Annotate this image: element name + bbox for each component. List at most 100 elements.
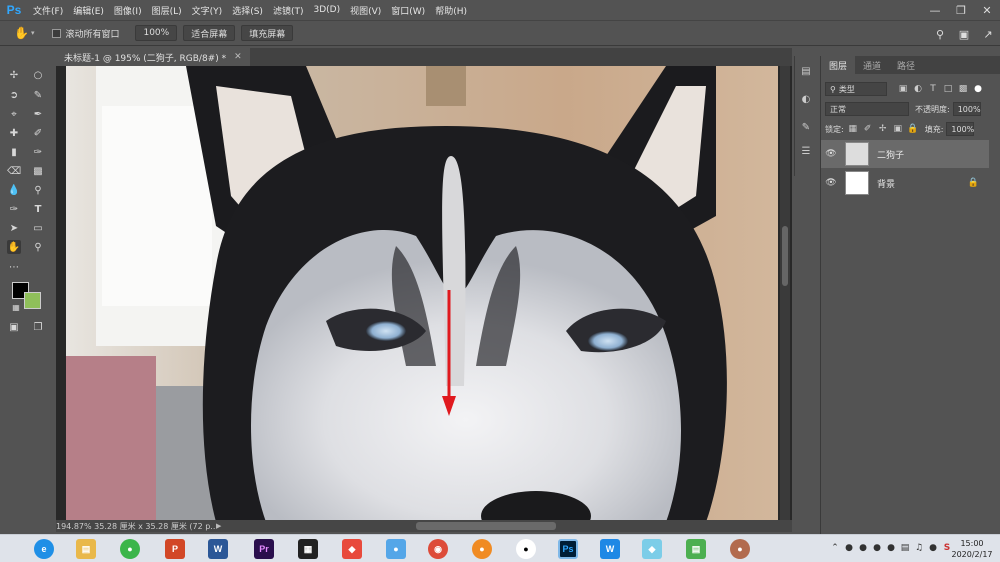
libraries-panel-icon[interactable]: ☰ xyxy=(799,144,813,158)
vertical-scroll-thumb[interactable] xyxy=(782,226,788,286)
kind-filter-select[interactable]: ⚲ 类型 xyxy=(825,82,887,96)
status-zoom-size[interactable]: 194.87% 35.28 厘米 x 35.28 厘米 (72 p... xyxy=(56,521,216,532)
history-panel-icon[interactable]: ▤ xyxy=(799,64,813,78)
premiere-icon[interactable]: Pr xyxy=(254,539,274,559)
tab-channels[interactable]: 通道 xyxy=(855,56,889,74)
document-tab[interactable]: 未标题-1 @ 195% (二狗子, RGB/8#) * ✕ xyxy=(56,48,250,66)
lock-image-icon[interactable]: ✐ xyxy=(862,123,874,135)
menu-filter[interactable]: 滤镜(T) xyxy=(268,4,309,17)
tray-app-icon[interactable]: ● xyxy=(870,543,884,553)
close-icon[interactable]: ✕ xyxy=(974,0,1000,20)
move-tool-icon[interactable]: ✢ xyxy=(7,68,21,82)
properties-panel-icon[interactable]: ✎ xyxy=(799,120,813,134)
volume-icon[interactable]: ♫ xyxy=(912,543,926,553)
scroll-all-windows-checkbox[interactable] xyxy=(52,28,62,38)
menu-edit[interactable]: 编辑(E) xyxy=(68,4,109,17)
smart-object-filter-icon[interactable]: ▩ xyxy=(957,83,969,95)
app-icon-brown[interactable]: ● xyxy=(730,539,750,559)
zoom-tool-icon[interactable]: ⚲ xyxy=(31,240,45,254)
lock-all-icon[interactable]: 🔒 xyxy=(907,123,919,135)
fill-input[interactable]: 100% xyxy=(946,122,975,136)
tray-app-icon[interactable]: ● xyxy=(856,543,870,553)
dodge-tool-icon[interactable]: ⚲ xyxy=(31,183,45,197)
tab-layers[interactable]: 图层 xyxy=(821,56,856,74)
fill-screen-button[interactable]: 填充屏幕 xyxy=(241,25,294,41)
menu-view[interactable]: 视图(V) xyxy=(345,4,386,17)
pen-tool-icon[interactable]: ✑ xyxy=(7,202,21,216)
hand-tool-icon[interactable]: ✋ xyxy=(14,26,29,40)
clone-stamp-tool-icon[interactable]: ▮ xyxy=(7,145,21,159)
chrome-icon[interactable]: ◉ xyxy=(428,539,448,559)
menu-layer[interactable]: 图层(L) xyxy=(147,4,187,17)
wechat-icon[interactable]: ● xyxy=(120,539,140,559)
restore-icon[interactable]: ❐ xyxy=(948,0,974,20)
tray-app-icon[interactable]: ● xyxy=(926,543,940,553)
tray-chevron-icon[interactable]: ⌃ xyxy=(828,543,842,553)
history-brush-tool-icon[interactable]: ✑ xyxy=(31,145,45,159)
qq-icon[interactable]: ● xyxy=(516,539,536,559)
menu-image[interactable]: 图像(I) xyxy=(109,4,147,17)
lasso-tool-icon[interactable]: ➲ xyxy=(7,88,21,102)
horizontal-scroll-thumb[interactable] xyxy=(416,522,556,530)
lock-artboard-icon[interactable]: ▣ xyxy=(892,123,904,135)
wps-icon[interactable]: W xyxy=(600,539,620,559)
menu-type[interactable]: 文字(Y) xyxy=(187,4,228,17)
word-icon[interactable]: W xyxy=(208,539,228,559)
more-tools-icon[interactable]: ⋯ xyxy=(7,260,21,274)
tab-paths[interactable]: 路径 xyxy=(889,56,923,74)
menu-file[interactable]: 文件(F) xyxy=(28,4,68,17)
screen-mode-icon[interactable]: ❐ xyxy=(31,320,45,334)
type-filter-icon[interactable]: T xyxy=(927,83,939,95)
marquee-tool-icon[interactable]: ○ xyxy=(31,68,45,82)
eyedropper-tool-icon[interactable]: ✒ xyxy=(31,107,45,121)
crop-tool-icon[interactable]: ⌖ xyxy=(7,107,21,121)
type-tool-icon[interactable]: T xyxy=(31,202,45,216)
lock-transparent-icon[interactable]: ▦ xyxy=(847,123,859,135)
rectangle-tool-icon[interactable]: ▭ xyxy=(31,221,45,235)
filter-toggle-icon[interactable]: ● xyxy=(972,83,984,95)
adjustments-panel-icon[interactable]: ◐ xyxy=(799,92,813,106)
visibility-eye-icon[interactable]: 👁 xyxy=(821,149,841,159)
file-explorer-icon[interactable]: ▤ xyxy=(76,539,96,559)
app-icon-cyan[interactable]: ◆ xyxy=(642,539,662,559)
workspace-icon[interactable]: ▣ xyxy=(952,25,976,43)
menu-window[interactable]: 窗口(W) xyxy=(386,4,430,17)
menu-select[interactable]: 选择(S) xyxy=(227,4,268,17)
photoshop-taskbar-icon[interactable]: Ps xyxy=(558,539,578,559)
quick-mask-icon[interactable]: ▣ xyxy=(7,320,21,334)
share-icon[interactable]: ↗ xyxy=(976,25,1000,43)
app-icon-orange[interactable]: ● xyxy=(472,539,492,559)
healing-brush-tool-icon[interactable]: ✚ xyxy=(7,126,21,140)
layer-row-ergouzi[interactable]: 👁 二狗子 xyxy=(821,140,989,168)
default-colors-icon[interactable]: ▦ xyxy=(9,300,23,314)
path-select-tool-icon[interactable]: ➤ xyxy=(7,221,21,235)
menu-help[interactable]: 帮助(H) xyxy=(430,4,472,17)
opacity-input[interactable]: 100% xyxy=(952,102,981,116)
tray-app-icon[interactable]: ● xyxy=(842,543,856,553)
layer-row-background[interactable]: 👁 背景 🔒 xyxy=(821,169,989,197)
zoom-100-button[interactable]: 100% xyxy=(135,25,178,41)
shape-filter-icon[interactable]: □ xyxy=(942,83,954,95)
brush-tool-icon[interactable]: ✐ xyxy=(31,126,45,140)
tool-preset-chevron-icon[interactable]: ▾ xyxy=(31,29,35,37)
vertical-scrollbar[interactable] xyxy=(780,66,790,522)
app-icon-blue[interactable]: ● xyxy=(386,539,406,559)
app-icon-green[interactable]: ▤ xyxy=(686,539,706,559)
status-arrow-icon[interactable]: ▶ xyxy=(216,522,221,530)
background-color-swatch[interactable] xyxy=(24,292,41,309)
tray-app-icon[interactable]: ● xyxy=(884,543,898,553)
eraser-tool-icon[interactable]: ⌫ xyxy=(7,164,21,178)
close-tab-icon[interactable]: ✕ xyxy=(234,52,242,62)
clock[interactable]: 15:00 2020/2/17 xyxy=(950,538,994,560)
adjustment-filter-icon[interactable]: ◐ xyxy=(912,83,924,95)
blend-mode-select[interactable]: 正常 xyxy=(825,102,909,116)
fit-screen-button[interactable]: 适合屏幕 xyxy=(183,25,236,41)
app-icon-red[interactable]: ◆ xyxy=(342,539,362,559)
pixel-filter-icon[interactable]: ▣ xyxy=(897,83,909,95)
hand-tool-icon[interactable]: ✋ xyxy=(7,240,21,254)
gradient-tool-icon[interactable]: ▩ xyxy=(31,164,45,178)
quick-select-tool-icon[interactable]: ✎ xyxy=(31,88,45,102)
menu-3d[interactable]: 3D(D) xyxy=(308,5,345,15)
blur-tool-icon[interactable]: 💧 xyxy=(7,183,21,197)
lock-position-icon[interactable]: ✢ xyxy=(877,123,889,135)
